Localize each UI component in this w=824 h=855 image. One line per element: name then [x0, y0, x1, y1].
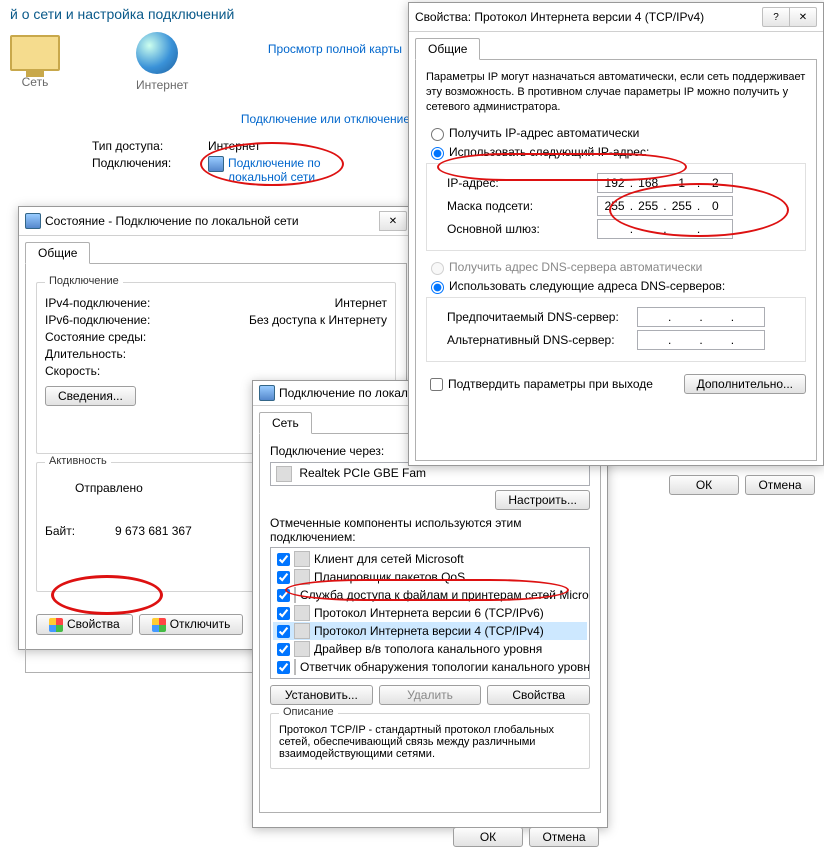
view-full-map-link[interactable]: Просмотр полной карты — [268, 28, 410, 96]
lan-connection-icon — [208, 156, 224, 172]
ipv6-value: Без доступа к Интернету — [249, 313, 387, 327]
cancel-button[interactable]: Отмена — [745, 475, 815, 495]
duration-label: Длительность: — [45, 347, 387, 361]
list-item: Служба доступа к файлам и принтерам сете… — [273, 586, 587, 604]
window-title: Состояние - Подключение по локальной сет… — [45, 214, 380, 228]
ipv4-value: Интернет — [335, 296, 387, 310]
preferred-dns-label: Предпочитаемый DNS-сервер: — [447, 310, 637, 324]
components-label: Отмеченные компоненты используются этим … — [270, 516, 590, 544]
subnet-mask-input[interactable]: 255.255.255.0 — [597, 196, 733, 216]
install-button[interactable]: Установить... — [270, 685, 373, 705]
network-center-background: й о сети и настройка подключений Сеть Ин… — [0, 0, 420, 187]
gateway-input[interactable]: ... — [597, 219, 733, 239]
connections-label: Подключения: — [92, 156, 208, 170]
media-state-label: Состояние среды: — [45, 330, 387, 344]
close-icon[interactable]: ✕ — [789, 7, 817, 27]
speed-label: Скорость: — [45, 364, 387, 378]
page-title: й о сети и настройка подключений — [0, 0, 420, 28]
connect-disconnect-link[interactable]: Подключение или отключение — [0, 96, 420, 126]
lan-connection-icon — [259, 385, 275, 401]
adapter-name: Realtek PCIe GBE Fam — [299, 466, 426, 480]
tab-general[interactable]: Общие — [25, 242, 90, 264]
ok-button[interactable]: ОК — [669, 475, 739, 495]
bytes-label: Байт: — [45, 524, 115, 538]
intro-text: Параметры IP могут назначаться автоматич… — [426, 70, 806, 115]
access-type-value: Интернет — [208, 139, 260, 153]
list-item: Протокол Интернета версии 6 (TCP/IPv6) — [273, 604, 587, 622]
local-connection-link[interactable]: Подключение по локальной сети — [228, 156, 321, 184]
tab-general[interactable]: Общие — [415, 38, 480, 60]
tab-network[interactable]: Сеть — [259, 412, 312, 434]
description-text: Протокол TCP/IP - стандартный протокол г… — [279, 724, 581, 760]
component-icon — [294, 659, 296, 675]
alternate-dns-input[interactable]: ... — [637, 330, 765, 350]
alternate-dns-label: Альтернативный DNS-сервер: — [447, 333, 637, 347]
close-icon[interactable]: ✕ — [379, 211, 407, 231]
properties-button[interactable]: Свойства — [487, 685, 590, 705]
ip-address-input[interactable]: 192.168.1.2 — [597, 173, 733, 193]
gateway-label: Основной шлюз: — [447, 222, 597, 236]
list-item: Клиент для сетей Microsoft — [273, 550, 587, 568]
globe-icon — [136, 32, 178, 74]
component-icon — [294, 605, 310, 621]
component-icon — [294, 641, 310, 657]
group-activity: Активность — [45, 455, 111, 467]
confirm-on-exit-checkbox[interactable]: Подтвердить параметры при выходе — [426, 375, 653, 394]
disable-button[interactable]: Отключить — [139, 614, 244, 635]
list-item: Ответчик обнаружения топологии канальног… — [273, 658, 587, 676]
shield-icon — [152, 618, 166, 632]
internet-label: Интернет — [136, 74, 188, 92]
radio-auto-ip[interactable] — [431, 128, 444, 141]
radio-manual-dns[interactable] — [431, 281, 444, 294]
details-button[interactable]: Сведения... — [45, 386, 136, 406]
group-connection: Подключение — [45, 275, 123, 287]
components-list[interactable]: Клиент для сетей Microsoft Планировщик п… — [270, 547, 590, 679]
ok-button[interactable]: ОК — [453, 827, 523, 847]
ipv6-label: IPv6-подключение: — [45, 313, 249, 327]
window-ipv4-properties: Свойства: Протокол Интернета версии 4 (T… — [408, 2, 824, 466]
advanced-button[interactable]: Дополнительно... — [684, 374, 806, 394]
shield-icon — [49, 618, 63, 632]
properties-button[interactable]: Свойства — [36, 614, 133, 635]
cancel-button[interactable]: Отмена — [529, 827, 599, 847]
list-item: Драйвер в/в тополога канального уровня — [273, 640, 587, 658]
component-icon — [294, 587, 296, 603]
ipv4-label: IPv4-подключение: — [45, 296, 335, 310]
remove-button: Удалить — [379, 685, 482, 705]
component-icon — [294, 569, 310, 585]
radio-manual-ip[interactable] — [431, 147, 444, 160]
radio-auto-dns — [431, 262, 444, 275]
ip-label: IP-адрес: — [447, 176, 597, 190]
lan-connection-icon — [25, 213, 41, 229]
component-icon — [294, 623, 310, 639]
mask-label: Маска подсети: — [447, 199, 597, 213]
computer-icon — [10, 35, 60, 71]
list-item-ipv4: Протокол Интернета версии 4 (TCP/IPv4) — [273, 622, 587, 640]
help-icon[interactable]: ? — [762, 7, 790, 27]
sent-label: Отправлено — [75, 481, 143, 503]
bytes-value: 9 673 681 367 — [115, 524, 192, 538]
list-item: Планировщик пакетов QoS — [273, 568, 587, 586]
description-group: Описание — [279, 706, 338, 718]
access-type-label: Тип доступа: — [92, 139, 208, 153]
adapter-icon — [276, 466, 292, 482]
component-icon — [294, 551, 310, 567]
preferred-dns-input[interactable]: ... — [637, 307, 765, 327]
window-title: Свойства: Протокол Интернета версии 4 (T… — [415, 10, 762, 24]
